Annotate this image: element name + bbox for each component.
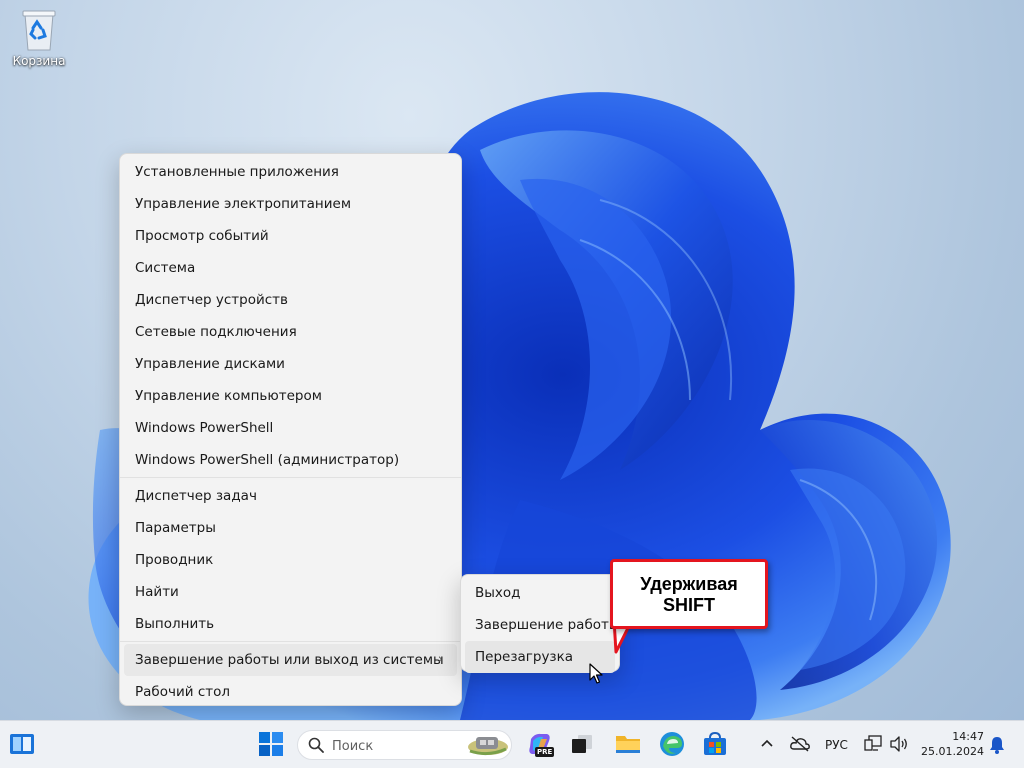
mouse-cursor-icon — [589, 663, 603, 684]
system-clock[interactable]: 14:47 25.01.2024 — [918, 729, 984, 759]
recycle-bin-shortcut[interactable]: Корзина — [10, 8, 68, 68]
menu-item-run[interactable]: Выполнить — [124, 608, 457, 640]
clock-time: 14:47 — [952, 730, 984, 743]
annotation-callout: Удерживая SHIFT — [610, 559, 768, 629]
menu-item-shutdown-signout[interactable]: Завершение работы или выход из системы › — [124, 644, 457, 676]
search-highlight-image-icon — [468, 737, 508, 756]
menu-item-installed-apps[interactable]: Установленные приложения — [124, 156, 457, 188]
clock-date: 25.01.2024 — [921, 745, 984, 758]
input-language-indicator[interactable]: РУС — [825, 738, 848, 752]
chevron-up-icon[interactable] — [758, 735, 776, 753]
copilot-icon[interactable]: PRE — [527, 731, 555, 757]
winx-context-menu: Установленные приложения Управление элек… — [119, 153, 462, 706]
menu-separator — [120, 477, 461, 478]
submenu-item-shutdown[interactable]: Завершение работы — [465, 609, 615, 641]
notification-bell-icon[interactable] — [988, 735, 1006, 755]
submenu-item-signout[interactable]: Выход — [465, 577, 615, 609]
menu-item-shutdown-label: Завершение работы или выход из системы — [135, 652, 444, 668]
task-view-icon[interactable] — [569, 731, 595, 757]
menu-item-power-options[interactable]: Управление электропитанием — [124, 188, 457, 220]
menu-item-settings[interactable]: Параметры — [124, 512, 457, 544]
search-icon — [308, 737, 324, 753]
callout-line-2: SHIFT — [663, 595, 715, 615]
onedrive-offline-icon[interactable] — [789, 735, 811, 753]
menu-item-task-manager[interactable]: Диспетчер задач — [124, 480, 457, 512]
menu-item-powershell-admin[interactable]: Windows PowerShell (администратор) — [124, 444, 457, 476]
recycle-bin-icon — [19, 8, 59, 52]
menu-item-network-connections[interactable]: Сетевые подключения — [124, 316, 457, 348]
menu-separator — [120, 641, 461, 642]
edge-browser-icon[interactable] — [659, 731, 685, 757]
chevron-right-icon: › — [437, 652, 443, 667]
menu-item-search[interactable]: Найти — [124, 576, 457, 608]
copilot-preview-badge: PRE — [535, 747, 555, 757]
windows-start-icon[interactable] — [258, 731, 284, 757]
taskbar: PRE — [0, 720, 1024, 768]
taskbar-search-box[interactable] — [297, 730, 512, 760]
menu-item-event-viewer[interactable]: Просмотр событий — [124, 220, 457, 252]
menu-item-explorer[interactable]: Проводник — [124, 544, 457, 576]
menu-item-system[interactable]: Система — [124, 252, 457, 284]
search-input[interactable] — [330, 735, 464, 757]
volume-icon[interactable] — [889, 735, 909, 753]
network-ethernet-icon[interactable] — [864, 735, 884, 753]
widgets-icon[interactable] — [9, 731, 35, 757]
menu-item-device-manager[interactable]: Диспетчер устройств — [124, 284, 457, 316]
menu-item-desktop[interactable]: Рабочий стол — [124, 676, 457, 708]
microsoft-store-icon[interactable] — [702, 731, 728, 757]
callout-line-1: Удерживая — [640, 574, 738, 594]
menu-item-powershell[interactable]: Windows PowerShell — [124, 412, 457, 444]
menu-item-disk-management[interactable]: Управление дисками — [124, 348, 457, 380]
file-explorer-icon[interactable] — [615, 731, 641, 757]
menu-item-computer-management[interactable]: Управление компьютером — [124, 380, 457, 412]
shutdown-submenu: Выход Завершение работы Перезагрузка — [460, 574, 620, 673]
recycle-bin-label: Корзина — [12, 54, 66, 68]
